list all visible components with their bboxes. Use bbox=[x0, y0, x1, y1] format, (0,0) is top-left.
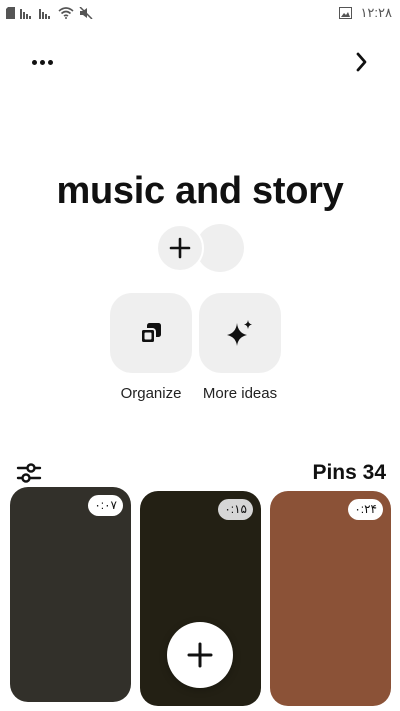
status-right: ۱۲:۲۸ bbox=[339, 5, 392, 21]
organize-tile[interactable] bbox=[110, 293, 192, 373]
more-horizontal-icon bbox=[31, 59, 37, 65]
signal-icon bbox=[20, 7, 34, 19]
status-bar: ۱۲:۲۸ bbox=[0, 0, 400, 28]
status-time: ۱۲:۲۸ bbox=[360, 5, 392, 20]
video-duration-badge: ۰:۰۷ bbox=[88, 495, 123, 516]
wifi-icon bbox=[58, 7, 74, 19]
signal-icon bbox=[39, 7, 53, 19]
add-pin-button[interactable] bbox=[167, 622, 233, 688]
gallery-icon bbox=[339, 7, 353, 19]
pin-card[interactable]: ۰:۲۴ bbox=[270, 491, 391, 706]
more-dot bbox=[39, 59, 45, 65]
chevron-right-icon bbox=[356, 52, 367, 72]
pin-card[interactable]: ۰:۰۷ bbox=[10, 487, 131, 702]
sim-card-icon bbox=[6, 7, 15, 19]
pins-count: Pins 34 bbox=[312, 461, 386, 484]
status-icons-left bbox=[6, 7, 93, 19]
more-ideas-button[interactable]: More ideas bbox=[199, 293, 281, 402]
video-duration-badge: ۰:۱۵ bbox=[218, 499, 253, 520]
filter-button[interactable] bbox=[16, 461, 42, 485]
filter-icon bbox=[16, 463, 42, 483]
more-dot bbox=[47, 59, 53, 65]
video-duration-badge: ۰:۲۴ bbox=[348, 499, 383, 520]
board-title: music and story bbox=[56, 170, 344, 212]
add-collaborator-button[interactable] bbox=[156, 224, 204, 272]
more-ideas-tile[interactable] bbox=[199, 293, 281, 373]
more-options-button[interactable] bbox=[26, 52, 58, 72]
sparkle-icon bbox=[227, 320, 252, 346]
plus-icon bbox=[187, 642, 213, 668]
plus-icon bbox=[169, 237, 191, 259]
organize-icon bbox=[140, 323, 161, 344]
more-ideas-label: More ideas bbox=[202, 385, 278, 402]
mute-icon bbox=[79, 7, 93, 19]
next-button[interactable] bbox=[348, 48, 376, 76]
